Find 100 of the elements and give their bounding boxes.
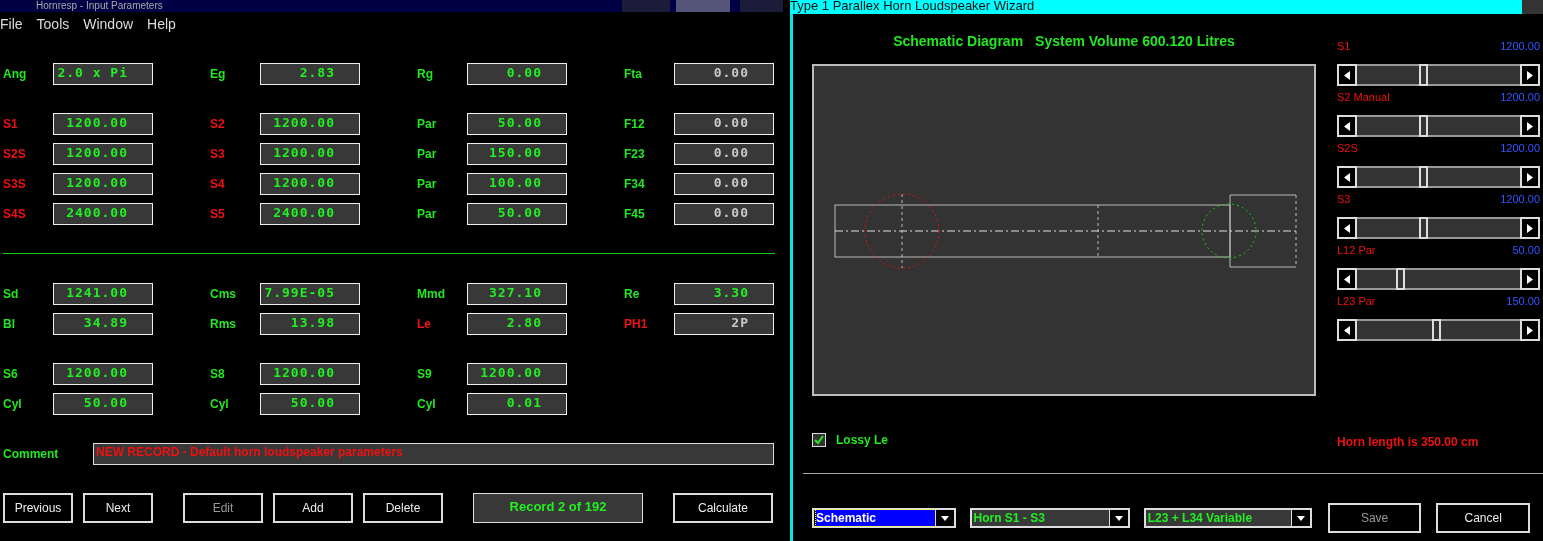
parameter-field[interactable]: 0.00 [674, 203, 774, 225]
parameter-field[interactable]: 1200.00 [260, 113, 360, 135]
parameter-field[interactable]: 2400.00 [53, 203, 153, 225]
checkbox-label[interactable]: Lossy Le [836, 433, 889, 447]
record-button[interactable]: Next [83, 493, 153, 523]
parameter-label: Bl [3, 317, 16, 331]
dropdown[interactable]: Horn S1 - S3 [969, 508, 1130, 528]
slider-thumb[interactable] [1395, 268, 1405, 290]
parameter-field[interactable]: 1200.00 [260, 363, 360, 385]
parameter-label: F45 [624, 207, 646, 221]
parameter-field[interactable]: 13.98 [260, 313, 360, 335]
parameter-label: Eg [210, 67, 227, 81]
right-triangle-icon [1527, 223, 1533, 233]
record-button[interactable]: Delete [363, 493, 443, 523]
parameter-field[interactable]: 0.00 [674, 143, 774, 165]
dropdown-arrow-icon [1114, 515, 1123, 521]
parameter-field[interactable]: 0.00 [674, 173, 774, 195]
parameter-field[interactable]: 34.89 [53, 313, 153, 335]
parameter-label: Cyl [210, 397, 230, 411]
dropdown[interactable]: L23 + L34 Variable [1143, 508, 1312, 528]
parameter-field[interactable]: 2.80 [467, 313, 567, 335]
parameter-field[interactable]: 1200.00 [53, 173, 153, 195]
parameter-field[interactable]: 150.00 [467, 143, 567, 165]
scroll-right-button[interactable] [1520, 319, 1540, 341]
parameter-field[interactable]: 2.0 x Pi [53, 63, 153, 85]
parameter-field[interactable]: 100.00 [467, 173, 567, 195]
scroll-left-button[interactable] [1337, 115, 1357, 137]
parameter-label: PH1 [624, 317, 649, 331]
scroll-right-button[interactable] [1520, 268, 1540, 290]
dialog-button[interactable]: Cancel [1436, 503, 1530, 533]
slider-value: 150.00 [1506, 295, 1540, 308]
parameter-label: Sd [3, 287, 20, 301]
diagram-heading: Schematic Diagram [893, 33, 1024, 51]
slider-value: 1200.00 [1500, 91, 1540, 104]
menu-item[interactable]: Help [147, 16, 178, 36]
menu-item[interactable]: Window [83, 16, 136, 36]
parameter-field[interactable]: 50.00 [467, 113, 567, 135]
parameter-field[interactable]: 3.30 [674, 283, 774, 305]
parameter-field[interactable]: 1200.00 [53, 113, 153, 135]
parameter-label: F34 [624, 177, 646, 191]
dropdown[interactable]: Schematic [812, 508, 956, 528]
parameter-field[interactable]: 1241.00 [53, 283, 153, 305]
parameter-field[interactable]: 0.00 [674, 113, 774, 135]
slider-thumb[interactable] [1418, 115, 1428, 137]
record-button[interactable]: Previous [3, 493, 73, 523]
parameter-field[interactable]: 7.99E-05 [260, 283, 360, 305]
parameter-label: Rms [210, 317, 237, 331]
parameter-field[interactable]: 50.00 [467, 203, 567, 225]
parameter-field[interactable]: 327.10 [467, 283, 567, 305]
menu-item[interactable]: File [0, 16, 25, 36]
parameter-label: Ang [3, 67, 28, 81]
slider-value: 50.00 [1512, 244, 1540, 257]
parameter-label: Cyl [3, 397, 23, 411]
parameter-label: Par [417, 177, 438, 191]
lossy-le-checkbox[interactable] [812, 433, 826, 447]
parameter-label: S2S [3, 147, 27, 161]
menu-item[interactable]: Tools [36, 16, 72, 36]
parameter-label: S3 [210, 147, 226, 161]
horn-length-text: Horn length is 350.00 cm [1337, 435, 1480, 449]
left-triangle-icon [1344, 70, 1350, 80]
record-button[interactable]: Add [273, 493, 353, 523]
parameter-field[interactable]: 1200.00 [53, 363, 153, 385]
scroll-left-button[interactable] [1337, 268, 1357, 290]
parameter-label: Mmd [417, 287, 446, 301]
parameter-field[interactable]: 0.00 [674, 63, 774, 85]
parameter-label: S4 [210, 177, 226, 191]
parameter-field[interactable]: 2P [674, 313, 774, 335]
scroll-right-button[interactable] [1520, 64, 1540, 86]
scroll-left-button[interactable] [1337, 319, 1357, 341]
parameter-label: Par [417, 147, 438, 161]
scroll-left-button[interactable] [1337, 166, 1357, 188]
slider-thumb[interactable] [1418, 64, 1428, 86]
parameter-label: S6 [3, 367, 19, 381]
parameter-field[interactable]: 2400.00 [260, 203, 360, 225]
right-triangle-icon [1527, 70, 1533, 80]
scroll-right-button[interactable] [1520, 217, 1540, 239]
slider-value: 1200.00 [1500, 40, 1540, 53]
parameter-field[interactable]: 0.00 [467, 63, 567, 85]
slider-thumb[interactable] [1418, 217, 1428, 239]
parameter-field[interactable]: 50.00 [260, 393, 360, 415]
slider-thumb[interactable] [1432, 319, 1442, 341]
parameter-label: Fta [624, 67, 643, 81]
parameter-label: S4S [3, 207, 27, 221]
parameter-field[interactable]: 1200.00 [467, 363, 567, 385]
parameter-field[interactable]: 2.83 [260, 63, 360, 85]
record-button[interactable]: Calculate [673, 493, 773, 523]
parameter-field[interactable]: 1200.00 [260, 143, 360, 165]
record-counter: Record 2 of 192 [473, 493, 643, 523]
parameter-field[interactable]: 1200.00 [260, 173, 360, 195]
scroll-left-button[interactable] [1337, 217, 1357, 239]
parameter-field[interactable]: 0.01 [467, 393, 567, 415]
scroll-left-button[interactable] [1337, 64, 1357, 86]
parameter-field[interactable]: 50.00 [53, 393, 153, 415]
slider-thumb[interactable] [1418, 166, 1428, 188]
dropdown-arrow-icon [940, 515, 949, 521]
scroll-right-button[interactable] [1520, 166, 1540, 188]
scroll-right-button[interactable] [1520, 115, 1540, 137]
parameter-label: Cms [210, 287, 237, 301]
parameter-field[interactable]: 1200.00 [53, 143, 153, 165]
window-title: Type 1 Parallex Horn Loudspeaker Wizard [790, 0, 1035, 12]
